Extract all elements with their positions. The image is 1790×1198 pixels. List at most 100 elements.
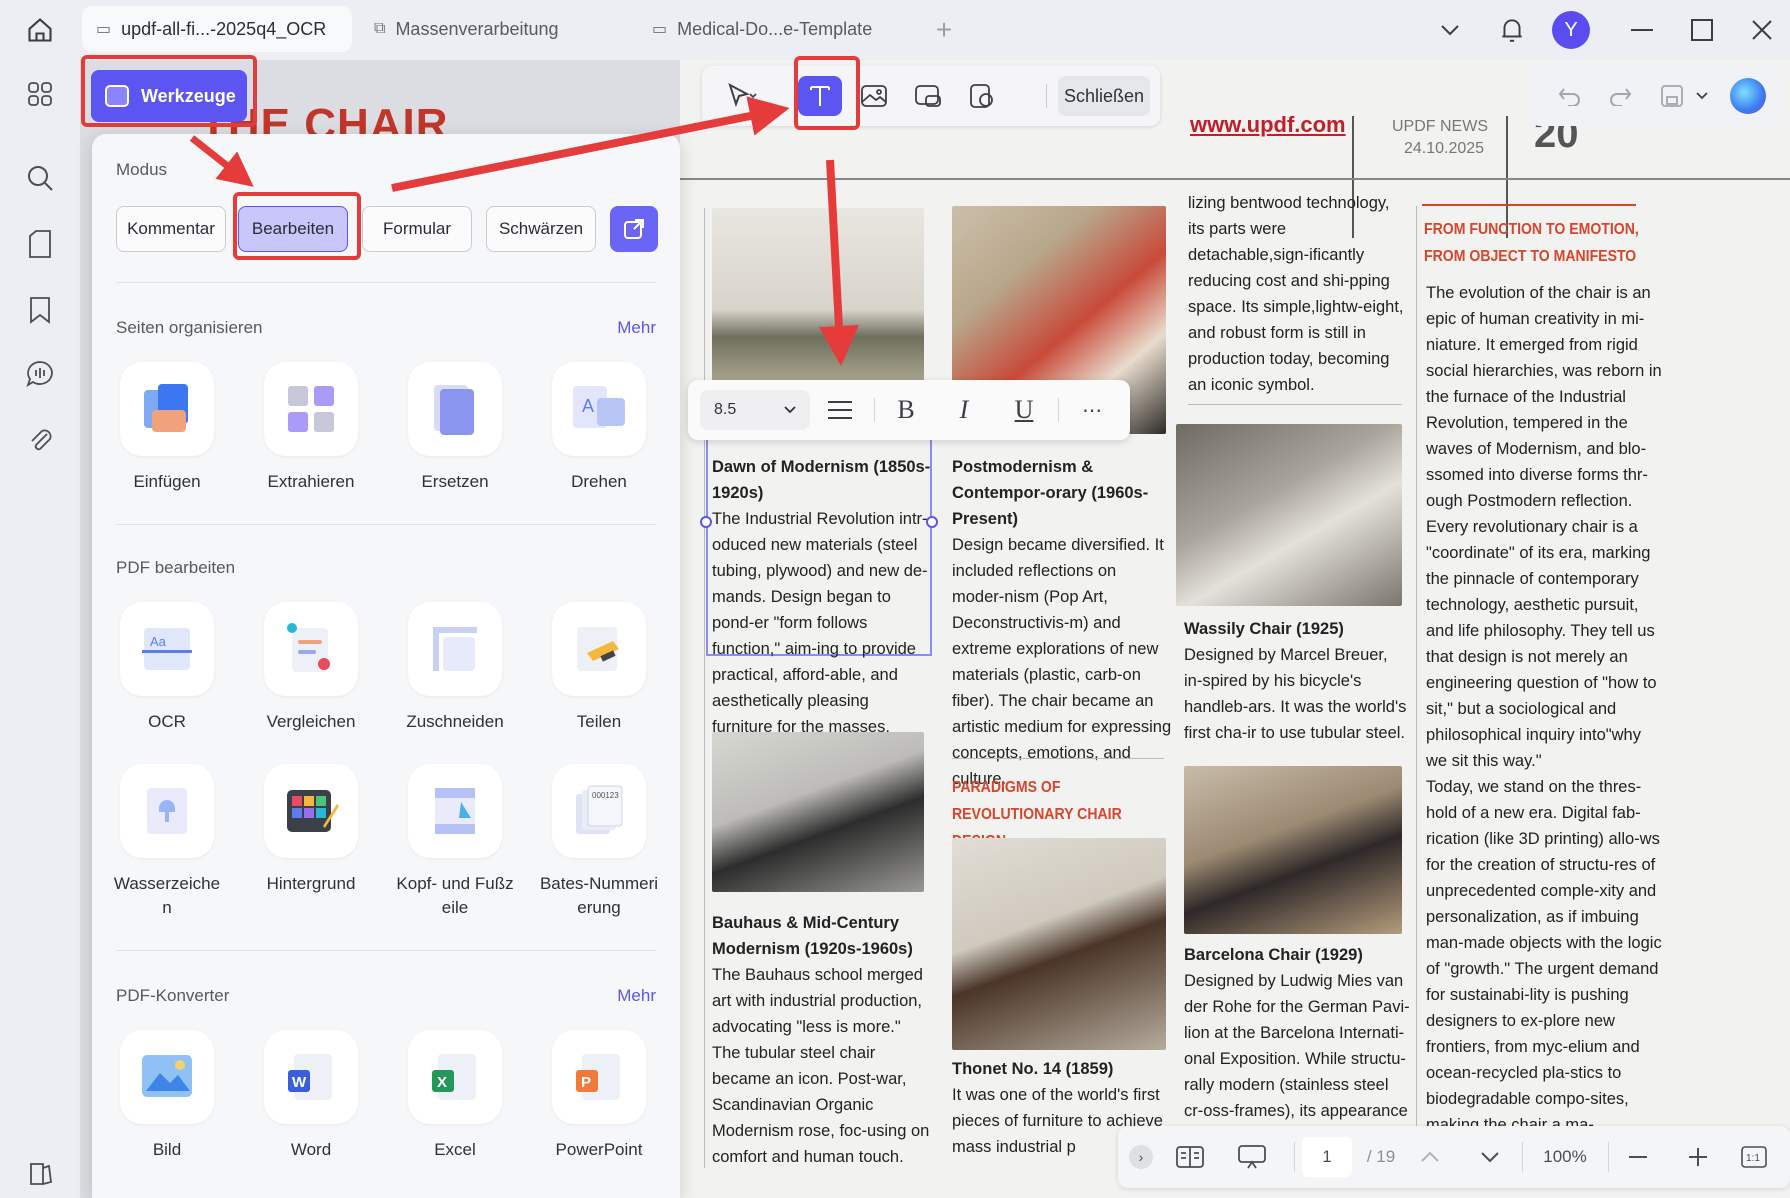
expand-nav-chevron-icon[interactable]: › (1128, 1137, 1154, 1177)
grid-icon[interactable] (22, 76, 58, 112)
col1-block-1[interactable]: Dawn of Modernism (1850s-1920s) The Indu… (712, 454, 932, 740)
save-options-chevron-icon[interactable] (1690, 76, 1714, 116)
header-rule (680, 178, 1790, 180)
layers-icon[interactable] (22, 1156, 58, 1192)
organize-title: Seiten organisieren (116, 318, 263, 337)
tool-powerpoint[interactable]: P PowerPoint (534, 1030, 664, 1162)
next-page-icon[interactable] (1470, 1137, 1510, 1177)
tool-ersetzen[interactable]: Ersetzen (390, 362, 520, 494)
col3-block-0[interactable]: lizing bentwood technology, its parts we… (1188, 190, 1410, 398)
toolbar-divider (1046, 84, 1047, 108)
col3-block-2[interactable]: Barcelona Chair (1929) Designed by Ludwi… (1184, 942, 1410, 1150)
tab-massenverarbeitung[interactable]: ⧉ Massenverarbeitung (360, 6, 630, 52)
tool-extrahieren[interactable]: Extrahieren (246, 362, 376, 494)
previous-page-icon[interactable] (1410, 1137, 1450, 1177)
minimize-icon[interactable] (1626, 14, 1658, 46)
presentation-icon[interactable] (1232, 1137, 1272, 1177)
tool-wasserzeichen[interactable]: Wasserzeiche n (102, 764, 232, 920)
column-rule (1416, 206, 1417, 1166)
column-rule (704, 208, 705, 1168)
chevron-down-icon[interactable] (1434, 14, 1466, 46)
header-news-label: UPDF NEWS (1392, 118, 1488, 135)
tool-label: Teilen (576, 712, 622, 731)
zoom-in-icon[interactable] (1678, 1137, 1718, 1177)
search-icon[interactable] (22, 160, 58, 196)
close-edit-button[interactable]: Schließen (1058, 76, 1150, 116)
actual-size-icon[interactable]: 1:1 (1734, 1137, 1774, 1177)
new-tab-icon[interactable]: + (928, 14, 960, 46)
tool-word[interactable]: W Word (246, 1030, 376, 1162)
wassily-chair-photo (1176, 424, 1402, 606)
redo-icon[interactable] (1598, 76, 1642, 116)
stamp-tool[interactable] (960, 76, 1004, 116)
bold-icon[interactable]: B (884, 390, 928, 430)
mode-schwaerzen[interactable]: Schwärzen (486, 206, 596, 252)
col3-block-1[interactable]: Wassily Chair (1925) Designed by Marcel … (1184, 616, 1410, 746)
close-icon[interactable] (1746, 14, 1778, 46)
avatar[interactable]: Y (1552, 11, 1590, 49)
resize-handle[interactable] (700, 516, 712, 528)
bookmark-icon[interactable] (22, 292, 58, 328)
attachment-icon[interactable] (22, 422, 58, 458)
column-rule (952, 758, 1164, 759)
tool-bild[interactable]: Bild (102, 1030, 232, 1162)
heading: Wassily Chair (1925) (1184, 620, 1344, 638)
tool-teilen[interactable]: Teilen (534, 602, 664, 734)
header-url-link[interactable]: www.updf.com (1190, 112, 1346, 138)
rotate-pages-icon: A (552, 362, 646, 456)
tab-label: Massenverarbeitung (395, 18, 559, 39)
edit-title: PDF bearbeiten (116, 558, 236, 577)
organize-more-link[interactable]: Mehr (617, 318, 656, 338)
toolbar-divider (1608, 1142, 1609, 1172)
tool-kopf-fusszeile[interactable]: Kopf- und Fußzeile (390, 764, 520, 920)
ai-assistant-icon[interactable] (1726, 76, 1770, 116)
more-options-icon[interactable]: ⋯ (1070, 390, 1114, 430)
svg-text:A: A (582, 396, 594, 416)
convert-more-link[interactable]: Mehr (617, 986, 656, 1006)
edit-toolbar: Schließen (702, 66, 1160, 126)
save-icon[interactable] (1650, 76, 1694, 116)
align-icon[interactable] (818, 390, 862, 430)
column-rule (1422, 204, 1636, 206)
underline-icon[interactable]: U (1002, 390, 1046, 430)
reading-mode-icon[interactable] (1170, 1137, 1210, 1177)
cursor-tool[interactable] (712, 76, 772, 116)
home-icon[interactable] (20, 10, 60, 50)
mode-kommentar[interactable]: Kommentar (116, 206, 226, 252)
tool-vergleichen[interactable]: Vergleichen (246, 602, 376, 734)
page-number-input[interactable]: 1 (1302, 1137, 1352, 1177)
tool-drehen[interactable]: A Drehen (534, 362, 664, 494)
maximize-icon[interactable] (1686, 14, 1718, 46)
col4-block[interactable]: The evolution of the chair is an epic of… (1426, 280, 1662, 1138)
mode-formular[interactable]: Formular (362, 206, 472, 252)
tool-einfuegen[interactable]: Einfügen (102, 362, 232, 494)
open-external-button[interactable] (610, 206, 658, 252)
convert-title: PDF-Konverter (116, 986, 230, 1005)
col2-block-1[interactable]: Postmodernism & Contempor-orary (1960s-P… (952, 454, 1172, 792)
zoom-out-icon[interactable] (1618, 1137, 1658, 1177)
italic-icon[interactable]: I (942, 390, 986, 430)
tab-medical-template[interactable]: ▭ Medical-Do...e-Template (638, 6, 908, 52)
crop-icon (408, 602, 502, 696)
tool-ocr[interactable]: Aa OCR (102, 602, 232, 734)
tab-document[interactable]: ▭ updf-all-fi...-2025q4_OCR (82, 6, 352, 52)
paragraph: The evolution of the chair is an epic of… (1426, 284, 1662, 770)
svg-text:W: W (292, 1074, 307, 1091)
zoom-level[interactable]: 100% (1530, 1137, 1600, 1177)
header-date: 24.10.2025 (1404, 140, 1485, 157)
tool-label: Zuschneiden (406, 712, 504, 731)
pages-icon[interactable] (22, 226, 58, 262)
tool-hintergrund[interactable]: Hintergrund (246, 764, 376, 896)
link-tool[interactable] (906, 76, 950, 116)
paragraph: The Industrial Revolution intr-oduced ne… (712, 510, 928, 736)
tool-label: PowerPoint (555, 1140, 643, 1159)
tool-excel[interactable]: X Excel (390, 1030, 520, 1162)
tool-bates-nummerierung[interactable]: 000123 Bates-Nummerierung (534, 764, 664, 920)
undo-icon[interactable] (1548, 76, 1592, 116)
tool-zuschneiden[interactable]: Zuschneiden (390, 602, 520, 734)
title-bar: ▭ updf-all-fi...-2025q4_OCR ⧉ Massenvera… (0, 0, 1790, 60)
bell-icon[interactable] (1494, 12, 1530, 48)
font-size-select[interactable]: 8.5 (700, 390, 810, 430)
comment-icon[interactable] (22, 356, 58, 392)
col1-block-2[interactable]: Bauhaus & Mid-Century Modernism (1920s-1… (712, 910, 932, 1170)
